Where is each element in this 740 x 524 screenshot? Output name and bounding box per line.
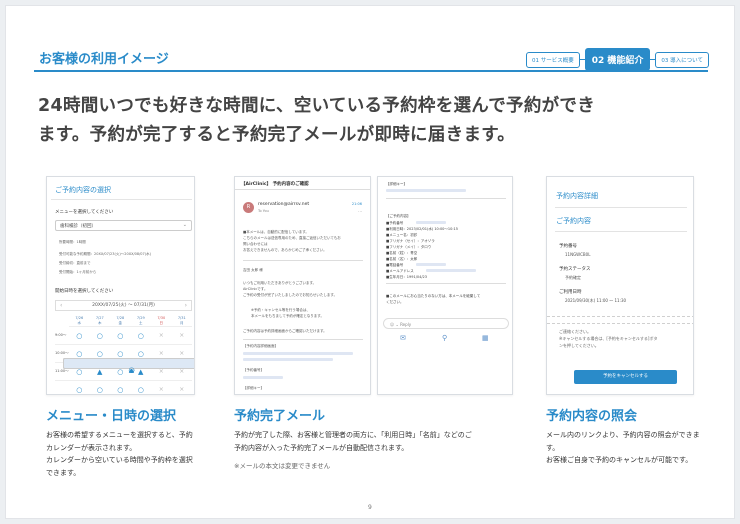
slide-page: お客様の利用イメージ 01 サービス概要 02 機能紹介 03 導入について 2… <box>5 5 735 519</box>
mail-sender: reservation@airrsv.net <box>258 202 310 207</box>
more-icon[interactable]: ⋯ <box>358 209 362 214</box>
feature-title: 予約完了メール <box>234 409 326 424</box>
torn-divider <box>547 316 693 324</box>
reservation-detail-screenshot: 予約内容詳細 ご予約内容 予約番号 11NGWCB0L 予約ステータス 予約確定… <box>546 176 694 395</box>
slot: × <box>179 331 185 339</box>
confirmation-mail-screenshot: 【AirClinic】 予約内容のご確認 R reservation@airrs… <box>234 176 371 395</box>
booking-selection-screenshot: ご予約内容の選択 メニューを選択してください 歯科検診（初回） ⌄ 所要時間：1時… <box>46 176 195 395</box>
chevron-right-icon[interactable]: › <box>185 301 187 310</box>
menu-select[interactable]: 歯科検診（初回） ⌄ <box>55 220 192 231</box>
slot[interactable]: ○ <box>63 358 194 374</box>
chevron-down-icon: ⌄ <box>182 222 187 228</box>
section-title: お客様の利用イメージ <box>39 52 169 67</box>
chevron-left-icon[interactable]: ‹ <box>60 301 62 310</box>
calendar-icon[interactable]: ▦ <box>482 334 489 342</box>
tab-feature-intro[interactable]: 02 機能紹介 <box>584 48 651 71</box>
header-divider <box>34 70 708 72</box>
section-tabs: 01 サービス概要 02 機能紹介 03 導入について <box>526 48 710 71</box>
mail-subject: 【AirClinic】 予約内容のご確認 <box>235 177 370 190</box>
slot[interactable]: ○ <box>110 381 131 395</box>
feature-title: メニュー・日時の選択 <box>46 409 177 424</box>
week-navigator: ‹ 20XX/07/25(火) ～ 07/31(月) › <box>55 300 192 311</box>
feature-note: ※メールの本文は変更できません <box>234 462 331 470</box>
avatar: R <box>243 202 254 213</box>
slot: × <box>158 331 164 339</box>
calendar-header: 7/25火 7/26水 7/27木 7/28金 7/29土 7/30日 7/31… <box>55 315 194 369</box>
feature-description: お客様の希望するメニューを選択すると、予約カレンダーが表示されます。 カレンダー… <box>46 431 193 477</box>
availability-calendar: 7/25火 7/26水 7/27木 7/28金 7/29土 7/30日 7/31… <box>55 315 194 395</box>
slot[interactable]: ○ <box>110 327 131 345</box>
search-icon[interactable]: ⚲ <box>442 334 447 342</box>
slot: × <box>179 385 185 393</box>
mail-icon[interactable]: ✉ <box>400 334 406 342</box>
tab-introduction[interactable]: 03 導入について <box>655 51 710 68</box>
reply-field[interactable]: ☺ ⌄ Reply <box>383 318 509 329</box>
slot: × <box>158 385 164 393</box>
calendar-row: ○ ○ ○ ○ ○ × × <box>55 358 194 395</box>
slot[interactable]: ○ <box>131 327 152 345</box>
calendar-row: 9:00～ ○ ○ ○ ○ ○ × × <box>55 327 194 374</box>
feature-title: 予約内容の照会 <box>546 409 638 424</box>
page-number: 9 <box>368 504 372 511</box>
cancel-reservation-button[interactable]: 予約をキャンセルする <box>574 370 677 384</box>
slot[interactable]: ○ <box>131 381 152 395</box>
slot[interactable]: ○ <box>69 327 90 345</box>
mail-detail-screenshot: 【詳細キー】 【ご予約内容】 ■予約番号 ■利用日時：2023/02/01(水)… <box>377 176 513 395</box>
tab-service-overview[interactable]: 01 サービス概要 <box>526 51 580 68</box>
slot[interactable]: ○ <box>90 381 111 395</box>
feature-description: メール内のリンクより、予約内容の照会ができます。 お客様ご自身で予約のキャンセル… <box>546 431 700 464</box>
headline: 24時間いつでも好きな時間に、空いている予約枠を選んで予約ができ ます。予約が完… <box>38 96 596 145</box>
slot[interactable]: ○ <box>69 381 90 395</box>
feature-description: 予約が完了した際、お客様と管理者の両方に、「利用日時」「名前」などのご 予約内容… <box>234 431 472 452</box>
slot[interactable]: ○ <box>90 327 111 345</box>
